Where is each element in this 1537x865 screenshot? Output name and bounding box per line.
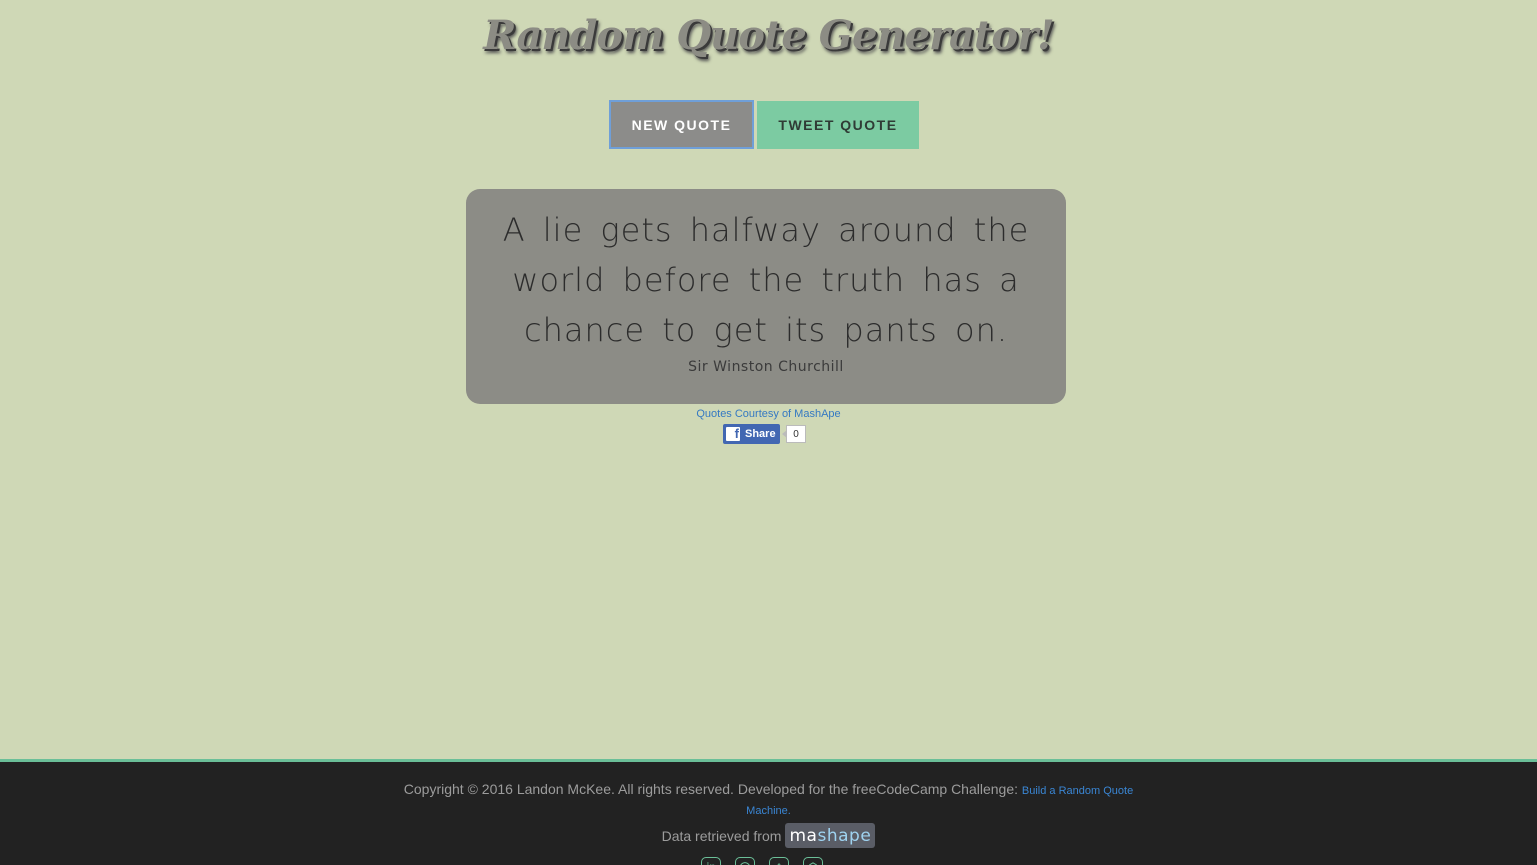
footer-copyright-line: Copyright © 2016 Landon McKee. All right… (0, 779, 1537, 801)
quote-box: A lie gets halfway around the world befo… (466, 189, 1066, 404)
copyright-text: Copyright © 2016 Landon McKee. All right… (403, 781, 1022, 797)
new-quote-button[interactable]: NEW QUOTE (609, 100, 754, 149)
facebook-share: f Share 0 (723, 424, 806, 444)
quote-text: A lie gets halfway around the world befo… (502, 211, 1030, 349)
mashape-logo[interactable]: ma shape (785, 823, 876, 848)
page: Random Quote Generator! NEW QUOTE TWEET … (0, 0, 1537, 865)
social-links: in ◯ t ⬡ (701, 857, 823, 865)
mashape-logo-shape: shape (817, 825, 872, 846)
facebook-share-button[interactable]: f Share (723, 424, 780, 444)
footer: Copyright © 2016 Landon McKee. All right… (0, 759, 1537, 865)
data-source-line: Data retrieved from ma shape (0, 823, 1537, 848)
challenge-link[interactable]: Build a Random Quote (1022, 785, 1133, 797)
challenge-link-continued[interactable]: Machine. (0, 801, 1537, 821)
tweet-quote-button[interactable]: TWEET QUOTE (757, 101, 919, 149)
share-count: 0 (782, 425, 806, 443)
codepen-icon[interactable]: ⬡ (803, 857, 823, 865)
button-row: NEW QUOTE TWEET QUOTE (609, 100, 919, 149)
data-retrieved-text: Data retrieved from (661, 827, 782, 844)
facebook-icon: f (726, 427, 740, 441)
linkedin-icon[interactable]: in (701, 857, 721, 865)
page-title: Random Quote Generator! (483, 12, 1054, 59)
share-label: Share (745, 428, 776, 440)
quote-author: Sir Winston Churchill (688, 359, 844, 375)
mashape-logo-ma: ma (789, 825, 818, 846)
courtesy-link[interactable]: Quotes Courtesy of MashApe (0, 408, 1537, 420)
twitter-icon[interactable]: t (769, 857, 789, 865)
github-icon[interactable]: ◯ (735, 857, 755, 865)
